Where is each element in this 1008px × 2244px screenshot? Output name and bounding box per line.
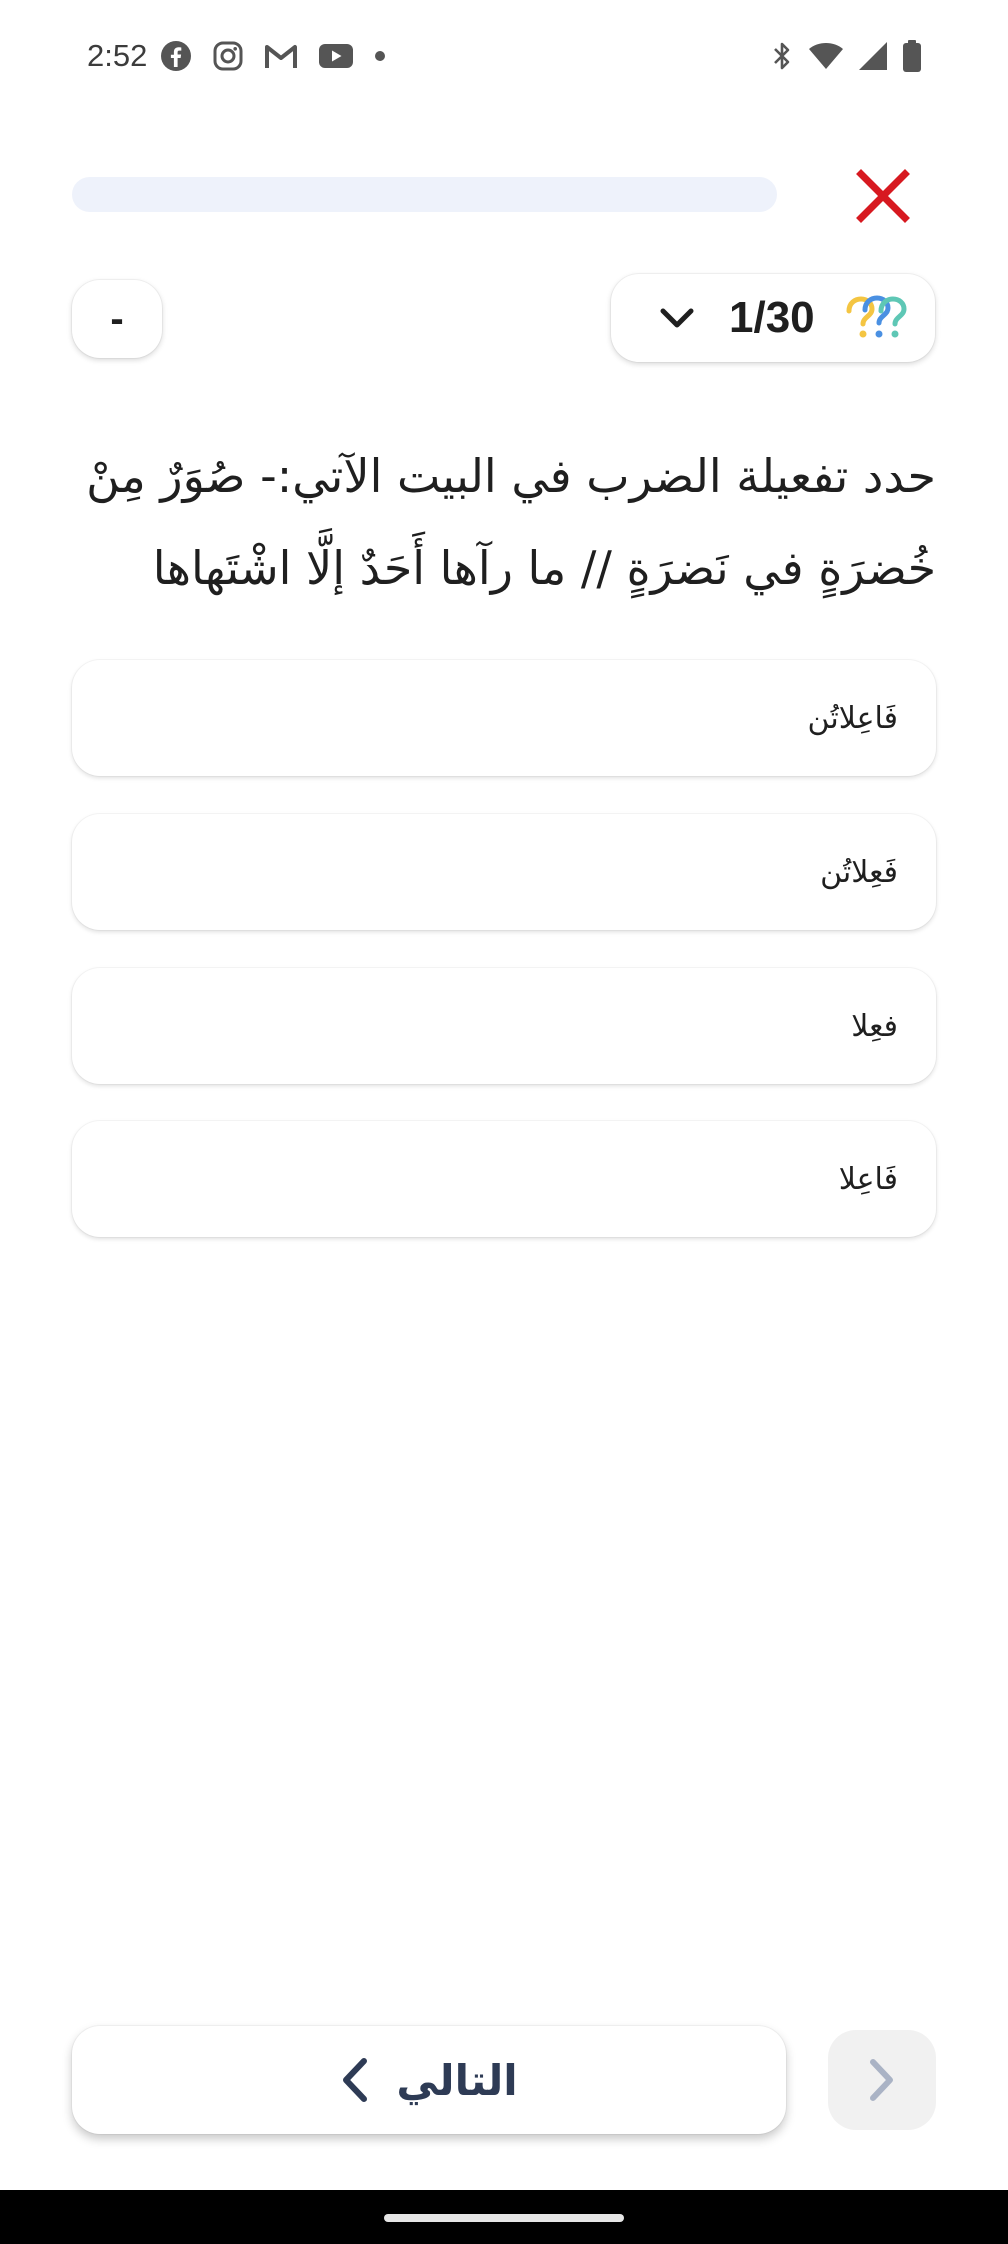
chevron-right-icon bbox=[870, 2059, 893, 2101]
question-text: حدد تفعيلة الضرب في البيت الآتي:- صُوَرٌ… bbox=[86, 449, 936, 595]
status-bar: 2:52 bbox=[0, 0, 1008, 114]
answer-option-label: فَعِلاتُن bbox=[820, 854, 898, 890]
next-button-label: التالي bbox=[396, 2055, 518, 2105]
question-marks-icon bbox=[846, 295, 907, 338]
chevron-down-icon bbox=[660, 308, 694, 328]
facebook-icon bbox=[161, 41, 191, 71]
youtube-icon bbox=[319, 44, 353, 68]
forward-button[interactable] bbox=[828, 2030, 936, 2130]
gmail-icon bbox=[265, 45, 297, 68]
answer-option-label: فَاعِلا bbox=[838, 1161, 898, 1197]
quiz-progress-bar bbox=[72, 177, 777, 212]
system-status-icons bbox=[770, 40, 922, 72]
home-indicator[interactable] bbox=[384, 2214, 624, 2222]
battery-icon bbox=[903, 40, 921, 72]
answer-option-4[interactable]: فَاعِلا bbox=[72, 1121, 936, 1237]
answer-option-label: فعِلا bbox=[851, 1008, 898, 1044]
next-button[interactable]: التالي bbox=[72, 2026, 786, 2134]
system-navigation-bar bbox=[0, 2190, 1008, 2244]
cellular-signal-icon bbox=[859, 42, 887, 70]
bluetooth-icon bbox=[774, 42, 790, 70]
notification-dot-icon bbox=[375, 51, 385, 61]
answer-option-1[interactable]: فَاعِلاتُن bbox=[72, 660, 936, 776]
question-counter-dropdown[interactable]: 1/30 bbox=[611, 274, 935, 362]
question-counter-text: 1/30 bbox=[729, 293, 815, 342]
instagram-icon bbox=[213, 41, 243, 71]
wifi-icon bbox=[809, 43, 843, 69]
status-time: 2:52 bbox=[87, 38, 148, 73]
close-button[interactable] bbox=[847, 160, 919, 232]
answer-option-label: فَاعِلاتُن bbox=[807, 700, 898, 736]
answer-option-2[interactable]: فَعِلاتُن bbox=[72, 814, 936, 930]
minus-button[interactable]: - bbox=[72, 280, 162, 358]
notification-icons bbox=[160, 40, 386, 72]
close-icon bbox=[856, 169, 910, 223]
chevron-left-icon bbox=[343, 2058, 368, 2102]
answer-option-3[interactable]: فعِلا bbox=[72, 968, 936, 1084]
